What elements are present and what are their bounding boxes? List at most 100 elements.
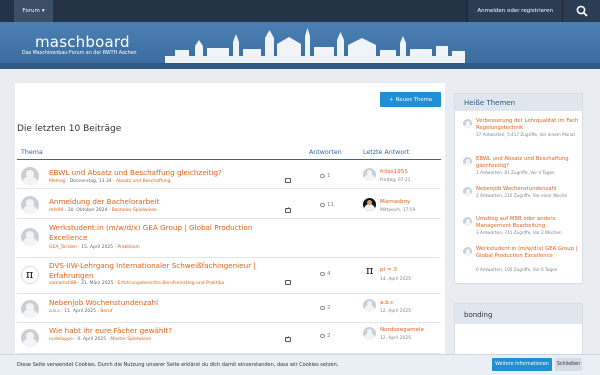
topic-checkbox[interactable] [285, 280, 291, 285]
last-reply-avatar[interactable]: π [363, 265, 376, 278]
author-avatar[interactable] [463, 157, 472, 166]
author-avatar[interactable] [463, 187, 472, 196]
last-reply-avatar[interactable] [363, 198, 376, 211]
hot-topic-item: Werkstudent:in (m/w/d/x) GEA Group | Glo… [463, 246, 581, 280]
topic-meta: a.b.c · 11. April 2025 · Beruf [49, 309, 113, 314]
close-cookie-button[interactable]: Schließen [555, 358, 582, 371]
topic-author-link[interactable]: a.b.c [49, 309, 60, 314]
author-avatar[interactable] [463, 119, 472, 128]
hot-topics-sidebar: Heiße Themen Verbesserung der Lehrqualit… [454, 93, 583, 284]
comment-icon [320, 305, 325, 310]
search-button[interactable] [562, 0, 600, 22]
topic-row: π DVS-IIW-Lehrgang Internationaler Schwe… [17, 259, 441, 294]
more-info-button[interactable]: Weitere Informationen [492, 358, 552, 371]
column-header-topic[interactable]: Thema [21, 149, 43, 156]
site-header: maschboard Das Maschinenbau-Forum an der… [0, 22, 600, 63]
last-reply-user-link[interactable]: a.b.c [380, 300, 394, 306]
plus-icon: + [389, 96, 394, 103]
topic-checkbox[interactable] [285, 206, 291, 213]
topic-author-link[interactable]: Memojj [49, 179, 65, 184]
topic-checkbox[interactable] [285, 178, 291, 183]
last-reply-avatar[interactable] [363, 327, 376, 340]
city-skyline-image [165, 28, 465, 63]
topic-title-link[interactable]: DVS-IIW-Lehrgang Internationaler Schweiß… [49, 261, 287, 280]
hot-topic-title-link[interactable]: Verbesserung der Lehrqualität im Fach Re… [476, 118, 580, 132]
topic-title-link[interactable]: Wie habt ihr eure Fächer gewählt? [49, 326, 287, 336]
topic-author-link[interactable]: GEA_Torsten [49, 245, 77, 250]
topic-author-link[interactable]: mfe90 [49, 208, 63, 213]
comment-icon [320, 333, 325, 338]
comment-icon [320, 271, 325, 276]
hot-topic-title-link[interactable]: EBWL und Absatz und Beschaffung gleichze… [476, 156, 580, 170]
topic-category-link[interactable]: Master Spielwiese [110, 337, 151, 342]
reply-count-value: 4 [327, 271, 331, 277]
hot-topic-item: EBWL und Absatz und Beschaffung gleichze… [463, 156, 581, 182]
author-avatar[interactable]: π [21, 266, 39, 284]
topic-table-header: Thema Antworten Letzte Antwort [17, 148, 441, 160]
author-avatar[interactable] [21, 167, 39, 185]
pi-symbol-icon: π [366, 265, 374, 277]
hot-topics-heading: Heiße Themen [455, 94, 582, 111]
author-avatar[interactable] [21, 228, 39, 246]
last-reply-date: 12. April 2025 [380, 336, 411, 341]
topic-author-link[interactable]: nudeluppe [49, 337, 73, 342]
topic-title-link[interactable]: EBWL und Absatz und Beschaffung gleichze… [49, 168, 287, 178]
pi-symbol-icon: π [26, 268, 34, 281]
login-register-link[interactable]: Anmelden oder registrieren [467, 0, 562, 22]
reply-count-value: 2 [327, 333, 331, 339]
reply-count: 2 [320, 333, 331, 339]
last-reply-avatar[interactable] [363, 299, 376, 312]
site-tagline: Das Maschinenbau-Forum an der RWTH Aache… [22, 51, 137, 56]
topic-category-link[interactable]: Absatz und Beschaffung [116, 179, 171, 184]
page-title: Die letzten 10 Beiträge [17, 124, 122, 134]
last-reply-user-link[interactable]: Mamasboy [380, 199, 410, 205]
topic-date: 4. April 2025 [77, 337, 107, 342]
reply-count: 1 [320, 173, 331, 179]
last-reply-avatar[interactable] [363, 168, 376, 181]
topic-category-link[interactable]: Praktikum [117, 245, 140, 250]
topic-row: Wie habt ihr eure Fächer gewählt? nudelu… [17, 324, 441, 354]
column-header-replies[interactable]: Antworten [309, 149, 342, 156]
topic-category-link[interactable]: Beruf [100, 309, 112, 314]
last-reply-user-link[interactable]: Nordseegamele [380, 327, 424, 333]
hot-topic-title-link[interactable]: Werkstudent:in (m/w/d/x) GEA Group | Glo… [476, 246, 580, 260]
column-header-last-reply[interactable]: Letzte Antwort [363, 149, 409, 156]
forum-nav-tab[interactable]: Forum ▾ [14, 0, 53, 22]
last-reply-date: Mittwoch, 17:59 [380, 208, 416, 213]
author-avatar[interactable] [21, 196, 39, 214]
topic-category-link[interactable]: Erfahrungsberichte Berufseinstieg und Pr… [118, 281, 225, 286]
last-reply-date: Freitag, 07:21 [380, 178, 411, 183]
topic-meta: nudeluppe · 4. April 2025 · Master Spiel… [49, 337, 152, 342]
site-logo[interactable]: maschboard [35, 33, 130, 51]
topic-meta: Memojj · Donnerstag, 13:34 · Absatz und … [49, 179, 171, 184]
header-sub-bar [0, 63, 600, 69]
topic-row: Nebenjob Wochenstundenzahl a.b.c · 11. A… [17, 295, 441, 323]
topic-category-link[interactable]: Bachelor Spielwiese [112, 208, 157, 213]
topic-title-link[interactable]: Nebenjob Wochenstundenzahl [49, 298, 287, 308]
comment-icon [320, 173, 325, 178]
last-reply-user-link[interactable]: frilas1955 [380, 169, 408, 175]
topic-author-link[interactable]: samamch88 [49, 281, 77, 286]
hot-topic-meta: 1 Antworten, 81 Zugriffe, Vor 4 Tagen [476, 170, 555, 175]
author-avatar[interactable] [21, 300, 39, 318]
last-reply-date: 12. April 2025 [380, 309, 411, 314]
hot-topic-meta: 37 Antworten, 5.417 Zugriffe, Vor einem … [476, 132, 576, 137]
hot-topic-meta: 3 Antworten, 741 Zugriffe, Vor 2 Wochen [476, 230, 562, 235]
new-topic-button[interactable]: + Neues Thema [380, 92, 441, 107]
hot-topic-title-link[interactable]: Umstieg auf MBB oder andere Management B… [476, 216, 580, 230]
topic-row: EBWL und Absatz und Beschaffung gleichze… [17, 161, 441, 189]
topic-title-link[interactable]: Anmeldung der Bachelorarbeit [49, 197, 287, 207]
author-avatar[interactable] [21, 329, 39, 347]
forum-nav-label: Forum [22, 8, 40, 14]
topic-date: 30. Oktober 2024 [67, 208, 108, 213]
topic-meta: samamch88 · 31. März 2025 · Erfahrungsbe… [49, 281, 225, 286]
reply-count: 11 [320, 202, 334, 208]
hot-topic-title-link[interactable]: Nebenjob Wochenstundenzahl [476, 186, 580, 193]
last-reply-user-link[interactable]: pi = 3 [380, 267, 397, 273]
topic-title-link[interactable]: Werkstudent:in (m/w/d/x) GEA Group | Glo… [49, 223, 287, 242]
hot-topic-item: Nebenjob Wochenstundenzahl 2 Antworten, … [463, 186, 581, 210]
last-reply-date: 14. April 2025 [380, 277, 411, 282]
author-avatar[interactable] [463, 217, 472, 226]
topic-checkbox[interactable] [285, 335, 291, 342]
author-avatar[interactable] [463, 247, 472, 256]
